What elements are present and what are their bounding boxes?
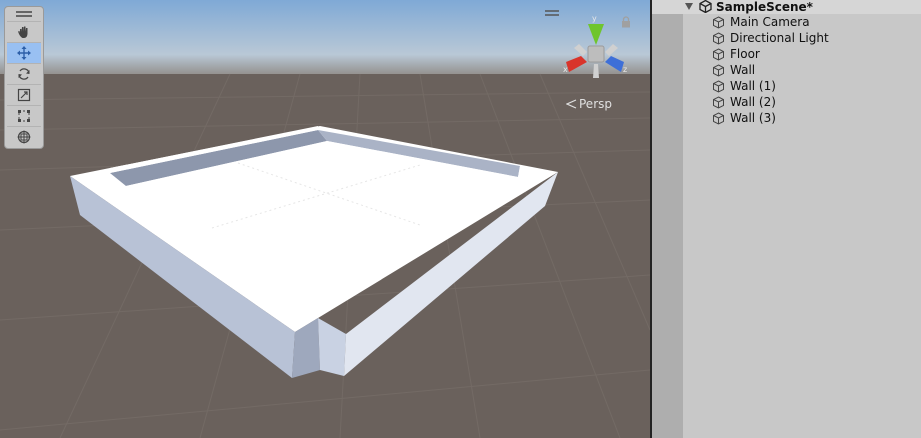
- hierarchy-item-wall-1[interactable]: Wall (1): [712, 78, 776, 94]
- gizmo-z-cone[interactable]: [605, 56, 624, 72]
- gameobject-cube-icon: [713, 31, 724, 45]
- gameobject-cube-icon: [713, 79, 724, 93]
- scale-icon: [17, 88, 31, 102]
- gameobject-cube-icon: [713, 95, 724, 109]
- hierarchy-item-label: Floor: [730, 47, 760, 61]
- move-tool-button[interactable]: [7, 42, 41, 63]
- rotate-icon: [18, 68, 30, 80]
- transform-icon: [17, 130, 31, 144]
- hand-tool-button[interactable]: [7, 21, 41, 42]
- tool-palette-grip[interactable]: [5, 7, 43, 21]
- hierarchy-item-label: Wall: [730, 63, 756, 77]
- rotate-tool-button[interactable]: [7, 63, 41, 84]
- hierarchy-panel: SampleScene* Main Camera Directional Lig…: [652, 0, 921, 438]
- gizmo-center-cube[interactable]: [587, 45, 605, 63]
- scene-viewport[interactable]: [0, 0, 650, 438]
- unity-scene-icon: [699, 0, 712, 13]
- hierarchy-item-label: Directional Light: [730, 31, 829, 45]
- scene-view[interactable]: y x z Persp: [0, 0, 650, 438]
- scene-name: SampleScene*: [716, 0, 813, 14]
- gameobject-cube-icon: [713, 111, 724, 125]
- transform-tool-button[interactable]: [7, 126, 41, 147]
- hierarchy-item-floor[interactable]: Floor: [712, 46, 760, 62]
- rect-transform-icon: [18, 110, 30, 122]
- hand-icon: [18, 26, 28, 38]
- hierarchy-item-wall-2[interactable]: Wall (2): [712, 94, 776, 110]
- orientation-gizmo[interactable]: y x z: [561, 12, 631, 82]
- hierarchy-item-directional-light[interactable]: Directional Light: [712, 30, 829, 46]
- hierarchy-item-label: Wall (3): [730, 111, 776, 125]
- hierarchy-item-wall[interactable]: Wall: [712, 62, 755, 78]
- hierarchy-item-label: Wall (2): [730, 95, 776, 109]
- scene-root-row[interactable]: SampleScene*: [652, 0, 921, 14]
- rect-tool-button[interactable]: [7, 105, 41, 126]
- gizmo-neg-z-cone[interactable]: [574, 44, 587, 56]
- scale-tool-button[interactable]: [7, 84, 41, 105]
- projection-label: Persp: [579, 97, 612, 111]
- gizmo-z-label: z: [623, 65, 627, 74]
- gizmo-y-cone[interactable]: [588, 24, 604, 45]
- gizmo-y-label: y: [592, 14, 597, 23]
- hierarchy-item-label: Main Camera: [730, 15, 810, 29]
- hierarchy-item-label: Wall (1): [730, 79, 776, 93]
- gameobject-cube-icon: [713, 15, 724, 29]
- tool-palette: [4, 6, 44, 149]
- perspective-icon: [566, 99, 577, 109]
- gameobject-cube-icon: [713, 63, 724, 77]
- scene-menu-icon[interactable]: [545, 9, 559, 19]
- gizmo-x-cone[interactable]: [566, 56, 587, 72]
- gizmo-neg-y-cone[interactable]: [593, 64, 599, 78]
- gameobject-cube-icon: [713, 47, 724, 61]
- gizmo-neg-x-cone[interactable]: [605, 44, 618, 56]
- hierarchy-item-main-camera[interactable]: Main Camera: [712, 14, 810, 30]
- projection-toggle[interactable]: Persp: [566, 96, 612, 112]
- hierarchy-gutter: [652, 0, 683, 438]
- hierarchy-item-wall-3[interactable]: Wall (3): [712, 110, 776, 126]
- expand-caret-icon[interactable]: [685, 3, 693, 10]
- move-icon: [17, 46, 31, 60]
- gizmo-x-label: x: [563, 65, 568, 74]
